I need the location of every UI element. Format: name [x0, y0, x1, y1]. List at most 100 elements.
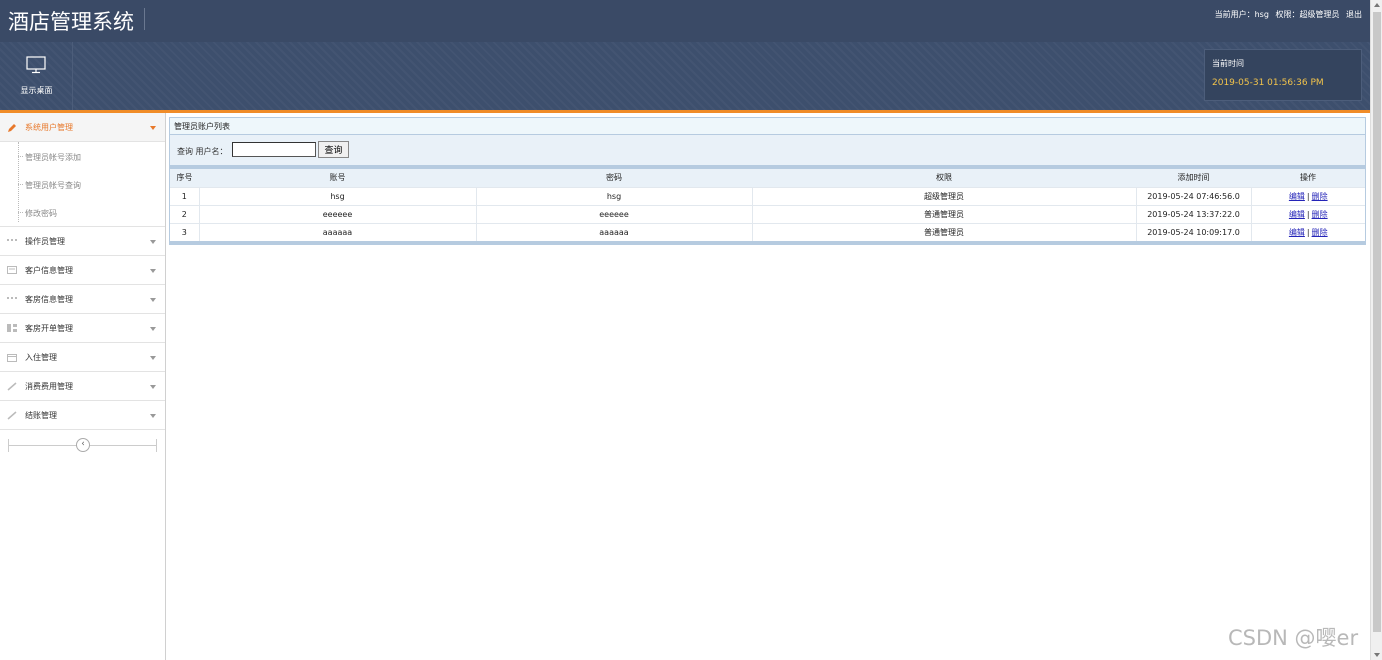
- current-user-text: 当前用户：hsg: [1214, 10, 1269, 19]
- menu-label: 入住管理: [25, 353, 57, 362]
- title-divider: [144, 8, 145, 30]
- chevron-down-icon: [150, 356, 156, 360]
- submenu-item-query-admin[interactable]: 管理员帐号查询: [0, 170, 165, 198]
- current-time-box: 当前时间 2019-05-31 01:56:36 PM: [1204, 49, 1362, 101]
- menu-label: 客房信息管理: [25, 295, 73, 304]
- menu-rooms[interactable]: 客房信息管理: [0, 285, 165, 314]
- watermark: CSDN @嘤er: [1228, 626, 1359, 650]
- menu-label: 消费费用管理: [25, 382, 73, 391]
- submenu-label: 管理员帐号查询: [25, 181, 81, 190]
- menu-customers[interactable]: 客户信息管理: [0, 256, 165, 285]
- scrollbar-thumb[interactable]: [1373, 12, 1381, 632]
- cell-created-at: 2019-05-24 07:46:56.0: [1135, 186, 1251, 205]
- submenu-label: 修改密码: [25, 209, 57, 218]
- permission-text: 权限：超级管理员: [1275, 10, 1340, 19]
- submenu-item-add-admin[interactable]: 管理员帐号添加: [0, 142, 165, 170]
- card-icon: [7, 266, 17, 274]
- cell-password: aaaaaa: [475, 222, 752, 241]
- cell-password: hsg: [475, 186, 752, 205]
- search-bar: 查询 用户名： 查询: [169, 135, 1366, 165]
- list-icon: [7, 295, 17, 303]
- username-search-input[interactable]: [232, 142, 316, 157]
- menu-label: 客户信息管理: [25, 266, 73, 275]
- chevron-down-icon: [150, 126, 156, 130]
- cell-index: 2: [170, 204, 199, 223]
- edit-link[interactable]: 编辑: [1289, 228, 1305, 237]
- menu-operators[interactable]: 操作员管理: [0, 227, 165, 256]
- cell-account: eeeeee: [198, 204, 476, 223]
- show-desktop-button[interactable]: 显示桌面: [0, 42, 73, 110]
- cell-actions: 编辑 | 删除: [1250, 222, 1365, 241]
- current-time-title: 当前时间: [1212, 59, 1244, 68]
- submenu-label: 管理员帐号添加: [25, 153, 81, 162]
- chevron-down-icon: [150, 385, 156, 389]
- cell-account: aaaaaa: [198, 222, 476, 241]
- chevron-down-icon: [150, 240, 156, 244]
- calendar-icon: [7, 353, 17, 362]
- chevron-down-icon: [150, 298, 156, 302]
- submenu-system-users: 管理员帐号添加 管理员帐号查询 修改密码: [0, 142, 165, 227]
- show-desktop-label: 显示桌面: [20, 86, 53, 95]
- cell-role: 超级管理员: [751, 186, 1136, 205]
- menu-checkout[interactable]: 结账管理: [0, 401, 165, 430]
- sidebar: 系统用户管理 管理员帐号添加 管理员帐号查询 修改密码 操作员管理 客户信息管理…: [0, 113, 166, 660]
- delete-link[interactable]: 删除: [1312, 210, 1328, 219]
- edit-link[interactable]: 编辑: [1289, 192, 1305, 201]
- menu-system-users[interactable]: 系统用户管理: [0, 113, 165, 142]
- cell-role: 普通管理员: [751, 222, 1136, 241]
- sidebar-collapse-row: ‹: [0, 430, 165, 460]
- collapse-sidebar-button[interactable]: ‹: [76, 438, 90, 452]
- brush-icon: [7, 382, 17, 391]
- edit-link[interactable]: 编辑: [1289, 210, 1305, 219]
- menu-expenses[interactable]: 消费费用管理: [0, 372, 165, 401]
- chevron-down-icon: [150, 327, 156, 331]
- page-scrollbar[interactable]: [1370, 0, 1382, 660]
- cell-created-at: 2019-05-24 10:09:17.0: [1135, 222, 1251, 241]
- cell-created-at: 2019-05-24 13:37:22.0: [1135, 204, 1251, 223]
- cell-role: 普通管理员: [751, 204, 1136, 223]
- column-header: 添加时间: [1136, 169, 1251, 187]
- action-separator: |: [1306, 227, 1310, 237]
- table-header-row: 序号 账号 密码 权限 添加时间 操作: [170, 169, 1365, 187]
- menu-room-orders[interactable]: 客房开单管理: [0, 314, 165, 343]
- cell-password: eeeeee: [475, 204, 752, 223]
- search-button[interactable]: 查询: [318, 141, 349, 158]
- menu-label: 客房开单管理: [25, 324, 73, 333]
- chevron-down-icon: [150, 269, 156, 273]
- scroll-down-arrow-icon[interactable]: [1374, 653, 1380, 657]
- column-header: 序号: [170, 169, 199, 187]
- app-title: 酒店管理系统: [8, 10, 134, 34]
- menu-checkin[interactable]: 入住管理: [0, 343, 165, 372]
- pencil-icon: [7, 123, 17, 132]
- panel-title: 管理员账户列表: [169, 117, 1366, 135]
- chevron-down-icon: [150, 414, 156, 418]
- cell-index: 3: [170, 222, 199, 241]
- column-header: 权限: [752, 169, 1136, 187]
- menu-label: 系统用户管理: [25, 123, 73, 132]
- column-header: 密码: [476, 169, 752, 187]
- menu-label: 结账管理: [25, 411, 57, 420]
- main-content: 管理员账户列表 查询 用户名： 查询 序号 账号 密码 权限 添加时间 操作 1…: [169, 117, 1366, 245]
- current-time-value: 2019-05-31 01:56:36 PM: [1212, 78, 1324, 88]
- user-info: 当前用户：hsg 权限：超级管理员 退出: [1211, 9, 1362, 20]
- brush-icon: [7, 411, 17, 420]
- action-separator: |: [1306, 209, 1310, 219]
- list-icon: [7, 237, 17, 245]
- scroll-up-arrow-icon[interactable]: [1374, 3, 1380, 7]
- admin-table-wrapper: 序号 账号 密码 权限 添加时间 操作 1 hsg hsg 超级管理员 2019…: [169, 165, 1366, 245]
- submenu-item-change-password[interactable]: 修改密码: [0, 198, 165, 226]
- cell-account: hsg: [198, 186, 476, 205]
- sub-header: 显示桌面 当前时间 2019-05-31 01:56:36 PM: [0, 42, 1370, 110]
- cell-actions: 编辑 | 删除: [1250, 204, 1365, 223]
- search-label: 查询 用户名：: [177, 147, 228, 156]
- grid-icon: [7, 324, 17, 332]
- menu-label: 操作员管理: [25, 237, 65, 246]
- table-row: 3 aaaaaa aaaaaa 普通管理员 2019-05-24 10:09:1…: [170, 222, 1365, 241]
- logout-link[interactable]: 退出: [1346, 10, 1362, 19]
- delete-link[interactable]: 删除: [1312, 192, 1328, 201]
- cell-index: 1: [170, 186, 199, 205]
- cell-actions: 编辑 | 删除: [1250, 186, 1365, 205]
- column-header: 账号: [199, 169, 476, 187]
- table-row: 1 hsg hsg 超级管理员 2019-05-24 07:46:56.0 编辑…: [170, 186, 1365, 205]
- delete-link[interactable]: 删除: [1312, 228, 1328, 237]
